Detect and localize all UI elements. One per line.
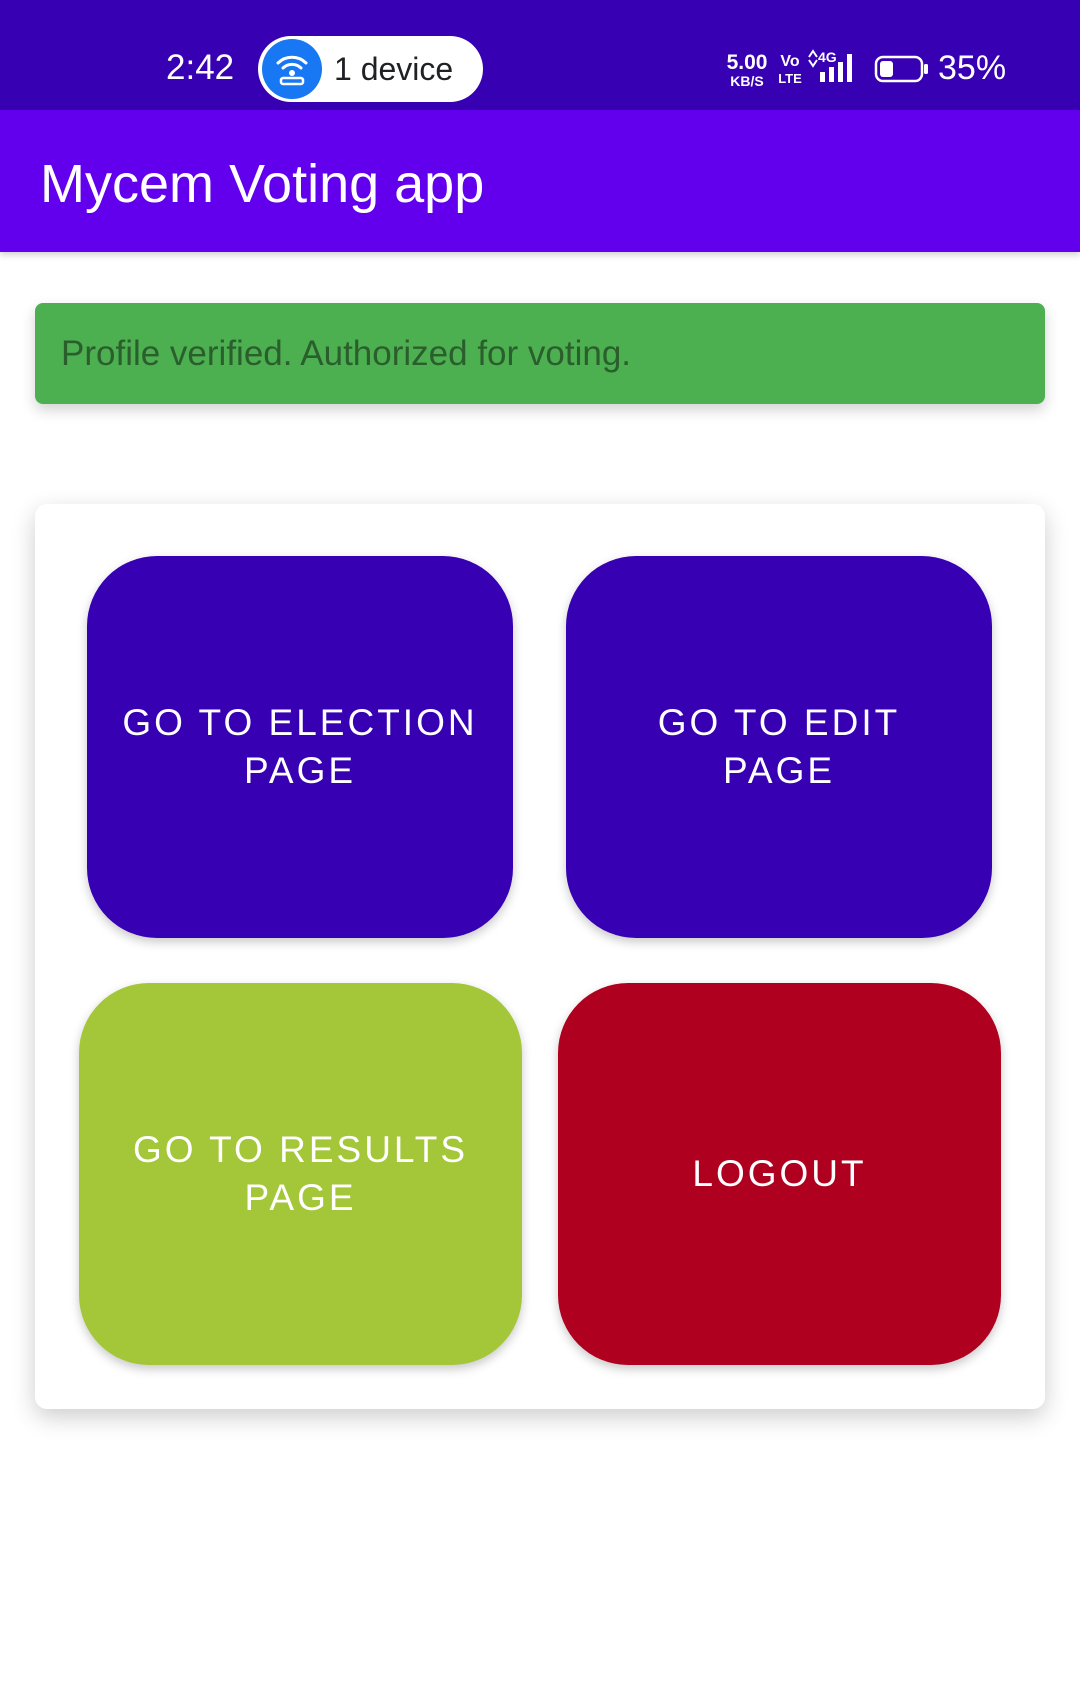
volte-bottom-label: LTE xyxy=(778,71,802,86)
voting-app-screen: 2:42 1 device 5.00 KB/S Vo LTE 4G 35% My… xyxy=(0,0,1080,1693)
volte-top-label: Vo xyxy=(780,53,800,70)
status-time: 2:42 xyxy=(166,48,235,87)
volte-indicator: Vo LTE xyxy=(778,53,802,86)
go-to-results-label: GO TO RESULTS PAGE xyxy=(132,1129,469,1218)
logout-label: LOGOUT xyxy=(692,1153,867,1194)
wifi-hotspot-icon xyxy=(262,39,322,99)
hotspot-chip[interactable]: 1 device xyxy=(258,36,483,102)
battery-icon xyxy=(874,55,928,83)
network-speed: 5.00 KB/S xyxy=(724,52,770,88)
verification-message: Profile verified. Authorized for voting. xyxy=(61,333,632,373)
status-bar: 2:42 1 device 5.00 KB/S Vo LTE 4G 35% xyxy=(0,0,1080,110)
go-to-election-button[interactable]: GO TO ELECTION PAGE xyxy=(87,556,513,938)
go-to-election-label: GO TO ELECTION PAGE xyxy=(122,702,478,791)
go-to-edit-label: GO TO EDIT PAGE xyxy=(657,702,901,791)
app-bar: Mycem Voting app xyxy=(0,110,1080,252)
go-to-results-button[interactable]: GO TO RESULTS PAGE xyxy=(79,983,522,1365)
logout-button[interactable]: LOGOUT xyxy=(558,983,1001,1365)
verification-alert: Profile verified. Authorized for voting. xyxy=(35,303,1045,404)
signal-strength-icon: 4G xyxy=(808,49,852,82)
battery-percent: 35% xyxy=(938,49,1007,87)
hotspot-label: 1 device xyxy=(334,51,454,87)
network-speed-unit: KB/S xyxy=(730,73,764,89)
network-type-label: 4G xyxy=(818,49,837,65)
app-title: Mycem Voting app xyxy=(40,154,485,214)
network-speed-value: 5.00 xyxy=(726,51,768,74)
go-to-edit-button[interactable]: GO TO EDIT PAGE xyxy=(566,556,992,938)
actions-card: GO TO ELECTION PAGE GO TO EDIT PAGE GO T… xyxy=(35,504,1045,1409)
